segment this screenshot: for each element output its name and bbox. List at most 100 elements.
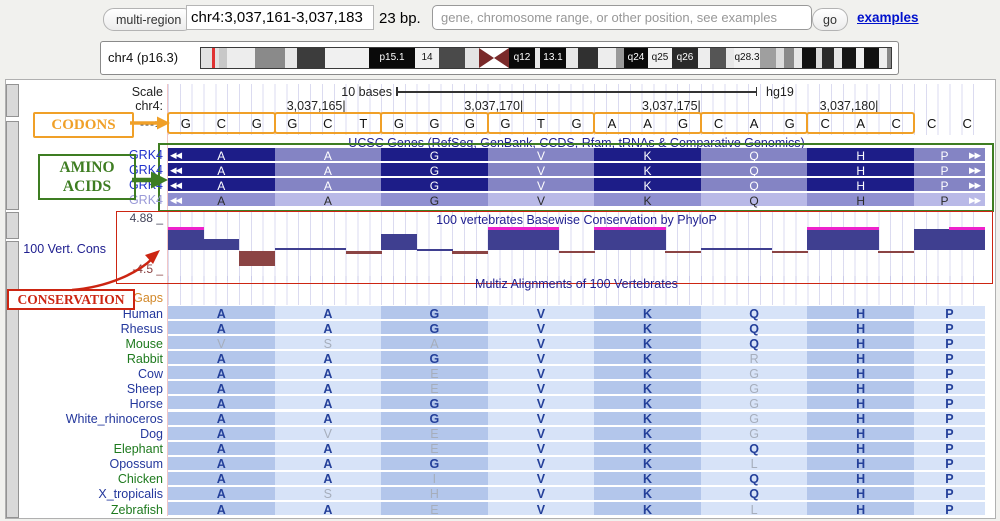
alignment-amino-letter: G: [430, 307, 440, 321]
phylop-bar-negative[interactable]: [452, 251, 488, 254]
ideogram-band: [227, 48, 255, 68]
base-letter: C: [963, 116, 972, 131]
species-label[interactable]: Sheep: [8, 382, 163, 396]
phylop-bar-positive[interactable]: [310, 248, 346, 250]
alignment-amino-letter: A: [217, 442, 226, 456]
phylop-clip-cap: [630, 227, 666, 230]
alignment-amino-letter: H: [856, 457, 865, 471]
phylop-bar-positive[interactable]: [914, 229, 950, 251]
multi-region-button[interactable]: multi-region: [103, 8, 194, 31]
species-label[interactable]: Dog: [8, 427, 163, 441]
phylop-bar-negative[interactable]: [665, 251, 701, 253]
reverse-strand-arrows-icon: ▶▶: [969, 195, 980, 206]
alignment-amino-letter: A: [323, 397, 332, 411]
track-drag-handle[interactable]: [6, 212, 19, 239]
species-label[interactable]: Chicken: [8, 472, 163, 486]
amino-acid-letter: V: [537, 149, 545, 163]
amino-acid-letter: K: [644, 164, 652, 178]
phylop-bar-negative[interactable]: [346, 251, 382, 255]
phylop-bar-positive[interactable]: [381, 234, 417, 251]
phylop-bar-positive[interactable]: [949, 227, 985, 250]
coordinate-label: 3,037,180|: [758, 99, 878, 113]
phylop-bar-positive[interactable]: [275, 248, 311, 250]
amino-acid-letter: A: [324, 164, 332, 178]
alignment-amino-letter: P: [945, 427, 953, 441]
species-label[interactable]: Horse: [8, 397, 163, 411]
alignment-amino-letter: K: [643, 503, 652, 517]
ideogram-bands[interactable]: p15.114q1213.1q24q25q26q28.3: [200, 47, 892, 69]
track-drag-handle[interactable]: [6, 121, 19, 210]
ideogram-band: q24: [624, 48, 648, 68]
coordinate-label: 3,037,175|: [581, 99, 701, 113]
species-label[interactable]: Mouse: [8, 337, 163, 351]
alignment-amino-letter: K: [643, 397, 652, 411]
codon-box: [167, 112, 276, 134]
alignment-amino-letter: V: [537, 487, 545, 501]
species-label[interactable]: Rhesus: [8, 322, 163, 336]
ideogram-band: [710, 48, 726, 68]
assembly-label: hg19: [766, 85, 794, 99]
species-label[interactable]: Cow: [8, 367, 163, 381]
species-label[interactable]: Elephant: [8, 442, 163, 456]
ideogram-band: [201, 48, 219, 68]
species-label[interactable]: Opossum: [8, 457, 163, 471]
ideogram-band: [760, 48, 776, 68]
amino-acid-letter: Q: [749, 179, 758, 193]
amino-acid-letter: A: [217, 194, 225, 208]
phylop-bar-positive[interactable]: [523, 227, 559, 250]
phylop-bar-positive[interactable]: [807, 227, 843, 250]
amino-acid-letter: H: [856, 149, 865, 163]
ideogram-band: [566, 48, 578, 68]
go-button[interactable]: go: [812, 8, 848, 31]
phylop-bar-positive[interactable]: [488, 227, 524, 250]
scale-label: Scale: [60, 85, 163, 99]
phylop-bar-positive[interactable]: [843, 227, 879, 250]
phylop-bar-positive[interactable]: [630, 227, 666, 250]
alignment-amino-letter: A: [323, 382, 332, 396]
reverse-strand-arrows-icon: ◀◀: [170, 150, 181, 161]
phylop-bar-positive[interactable]: [204, 239, 240, 250]
codon-box: [487, 112, 596, 134]
alignment-amino-letter: A: [217, 382, 226, 396]
ideogram-band: [616, 48, 624, 68]
alignment-amino-letter: V: [537, 307, 545, 321]
species-label[interactable]: Rabbit: [8, 352, 163, 366]
reverse-strand-arrows-icon: ◀◀: [170, 165, 181, 176]
phylop-bar-positive[interactable]: [594, 227, 630, 250]
reverse-strand-arrows-icon: ◀◀: [170, 180, 181, 191]
base-letter: C: [927, 116, 936, 131]
ideogram-band: [776, 48, 784, 68]
track-drag-handle[interactable]: [6, 84, 19, 117]
alignment-amino-letter: V: [217, 337, 225, 351]
reverse-strand-arrows-icon: ▶▶: [969, 180, 980, 191]
species-label[interactable]: Zebrafish: [8, 503, 163, 517]
phylop-bar-negative[interactable]: [772, 251, 808, 253]
amino-acid-letter: G: [430, 149, 439, 163]
codons-annotation-label: CODONS: [33, 112, 134, 138]
phylop-bar-positive[interactable]: [168, 227, 204, 250]
alignment-amino-letter: V: [537, 503, 545, 517]
phylop-bar-positive[interactable]: [417, 249, 453, 251]
alignment-amino-letter: A: [217, 307, 226, 321]
alignment-amino-letter: H: [856, 382, 865, 396]
phylop-bar-positive[interactable]: [736, 248, 772, 250]
phylop-bar-negative[interactable]: [878, 251, 914, 253]
phylop-bar-positive[interactable]: [701, 248, 737, 250]
conservation-min-tick: -4.5 _: [60, 262, 163, 276]
amino-acid-letter: A: [324, 194, 332, 208]
conservation-track-label: 100 Vert. Cons: [10, 242, 106, 256]
examples-link[interactable]: examples: [857, 10, 919, 25]
species-label[interactable]: X_tropicalis: [8, 487, 163, 501]
amino-acid-letter: V: [537, 164, 545, 178]
ideogram-band: q12: [509, 48, 535, 68]
amino-acid-letter: G: [430, 164, 439, 178]
amino-acid-letter: P: [940, 179, 948, 193]
alignment-amino-letter: V: [324, 427, 332, 441]
phylop-bar-negative[interactable]: [559, 251, 595, 253]
phylop-clip-cap: [949, 227, 985, 230]
position-input[interactable]: [186, 5, 374, 30]
alignment-amino-letter: A: [217, 322, 226, 336]
species-label[interactable]: White_rhinoceros: [8, 412, 163, 426]
phylop-bar-negative[interactable]: [239, 251, 275, 267]
search-input[interactable]: [432, 5, 812, 30]
